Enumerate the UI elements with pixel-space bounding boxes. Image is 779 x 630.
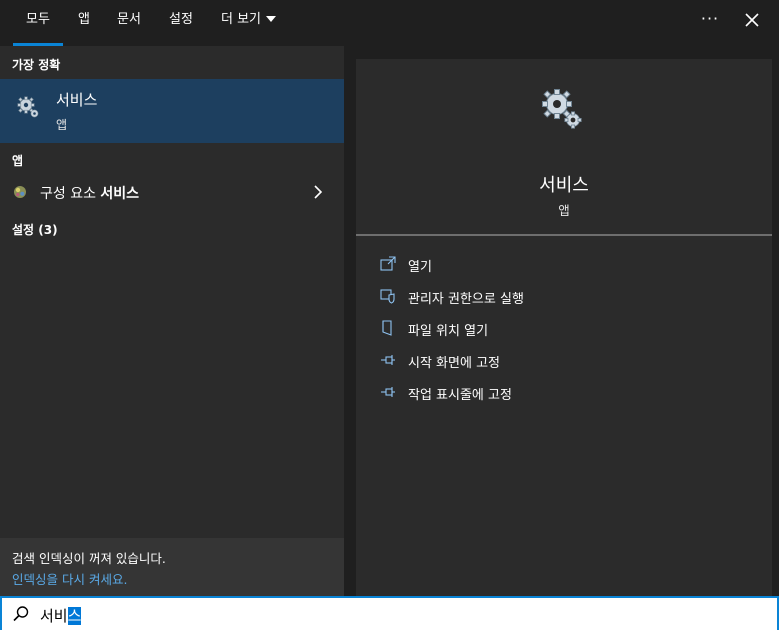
- tab-more[interactable]: 더 보기: [213, 0, 285, 46]
- search-bar[interactable]: 서비스: [0, 596, 779, 630]
- settings-heading[interactable]: 설정 (3): [12, 221, 58, 238]
- file-location-icon: [382, 320, 392, 336]
- search-selected-text: 스: [67, 607, 82, 625]
- action-run-as-admin-label: 관리자 권한으로 실행: [408, 292, 524, 307]
- tab-all[interactable]: 모두: [13, 0, 63, 46]
- shield-icon: [380, 289, 395, 304]
- pin-icon: [381, 387, 395, 397]
- action-pin-to-start[interactable]: 시작 화면에 고정: [376, 349, 756, 373]
- indexing-notice: 검색 인덱싱이 꺼져 있습니다. 인덱싱을 다시 켜세요.: [0, 538, 344, 596]
- top-bar: 모두 앱 문서 설정 더 보기 ···: [0, 0, 779, 46]
- tab-settings[interactable]: 설정: [162, 0, 200, 46]
- search-text: 서비: [40, 607, 68, 625]
- app-item-label: 구성 요소 서비스: [40, 186, 140, 202]
- more-options-button[interactable]: ···: [694, 8, 726, 32]
- caret-down-icon: [266, 15, 277, 22]
- divider: [356, 234, 772, 236]
- indexing-notice-text: 검색 인덱싱이 꺼져 있습니다.: [12, 551, 166, 566]
- search-input[interactable]: 서비스: [40, 605, 82, 626]
- gears-icon: [17, 96, 39, 118]
- action-open-label: 열기: [408, 260, 432, 275]
- pin-icon: [381, 355, 395, 365]
- best-match-subtitle: 앱: [56, 118, 68, 132]
- component-services-icon: [14, 186, 26, 198]
- action-pin-to-taskbar-label: 작업 표시줄에 고정: [408, 388, 512, 403]
- tab-apps[interactable]: 앱: [72, 0, 96, 46]
- preview-title: 서비스: [539, 175, 589, 196]
- action-pin-to-taskbar[interactable]: 작업 표시줄에 고정: [376, 381, 756, 405]
- results-pane: 가장 정확 서비스 앱 앱 구성 요소 서비스 설정 (3) 검색 인덱싱이 꺼…: [0, 46, 344, 596]
- apps-heading: 앱: [12, 154, 24, 168]
- turn-on-indexing-link[interactable]: 인덱싱을 다시 켜세요.: [12, 569, 127, 588]
- preview-subtitle: 앱: [558, 203, 570, 218]
- best-match-item[interactable]: 서비스 앱: [0, 79, 344, 143]
- best-match-title: 서비스: [56, 91, 98, 109]
- gears-icon: [542, 89, 582, 129]
- open-icon: [380, 256, 396, 271]
- tab-more-label: 더 보기: [221, 12, 262, 27]
- app-item-component-services[interactable]: 구성 요소 서비스: [0, 177, 344, 207]
- action-open-file-location[interactable]: 파일 위치 열기: [376, 317, 756, 341]
- action-open-file-location-label: 파일 위치 열기: [408, 324, 489, 339]
- close-button[interactable]: [738, 6, 766, 34]
- close-icon: [745, 13, 759, 27]
- preview-card: 서비스 앱 열기 관리자 권한으로 실행 파일 위치 열기 시작 화면에 고정 …: [356, 59, 772, 596]
- best-match-heading: 가장 정확: [12, 58, 61, 72]
- preview-pane: 서비스 앱 열기 관리자 권한으로 실행 파일 위치 열기 시작 화면에 고정 …: [344, 46, 779, 596]
- action-run-as-admin[interactable]: 관리자 권한으로 실행: [376, 285, 756, 309]
- action-pin-to-start-label: 시작 화면에 고정: [408, 356, 500, 371]
- tab-documents[interactable]: 문서: [110, 0, 148, 46]
- action-open[interactable]: 열기: [376, 253, 756, 277]
- search-icon: [13, 606, 29, 622]
- chevron-right-icon[interactable]: [312, 185, 324, 199]
